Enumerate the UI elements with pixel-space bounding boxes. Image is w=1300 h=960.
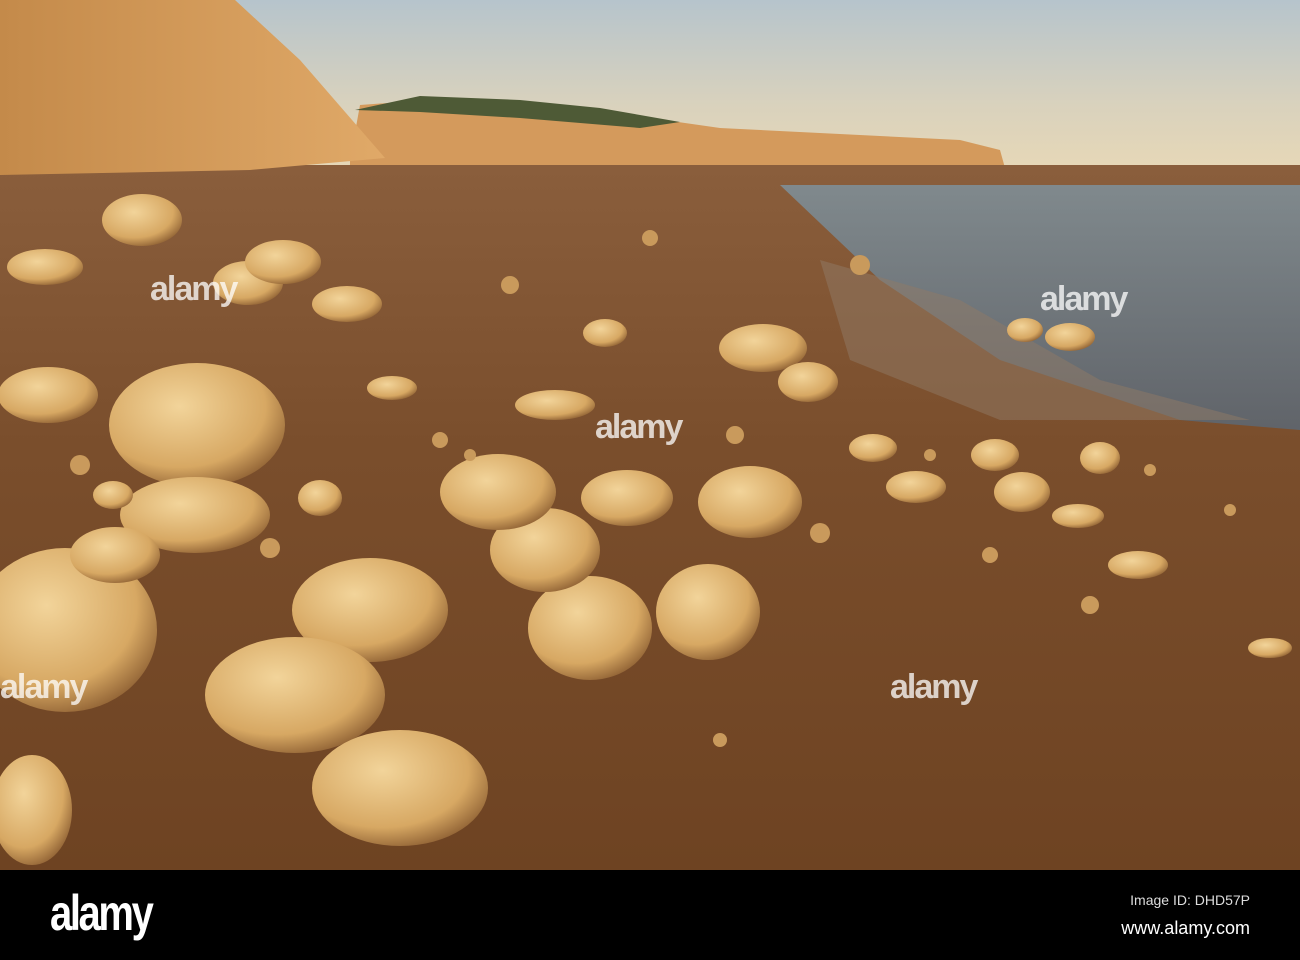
watermark: alamy <box>150 270 238 308</box>
image-id: Image ID: DHD57P <box>1130 892 1250 908</box>
watermark: alamy <box>595 408 683 446</box>
stock-photo-page: alamy alamy alamy alamy alamy alamy Imag… <box>0 0 1300 960</box>
alamy-logo[interactable]: alamy <box>50 884 154 942</box>
watermark: alamy <box>890 668 978 706</box>
watermark: alamy <box>0 668 88 706</box>
watermark: alamy <box>1040 280 1128 318</box>
site-url[interactable]: www.alamy.com <box>1121 918 1250 939</box>
footer-bar: alamy Image ID: DHD57P www.alamy.com <box>0 870 1300 960</box>
